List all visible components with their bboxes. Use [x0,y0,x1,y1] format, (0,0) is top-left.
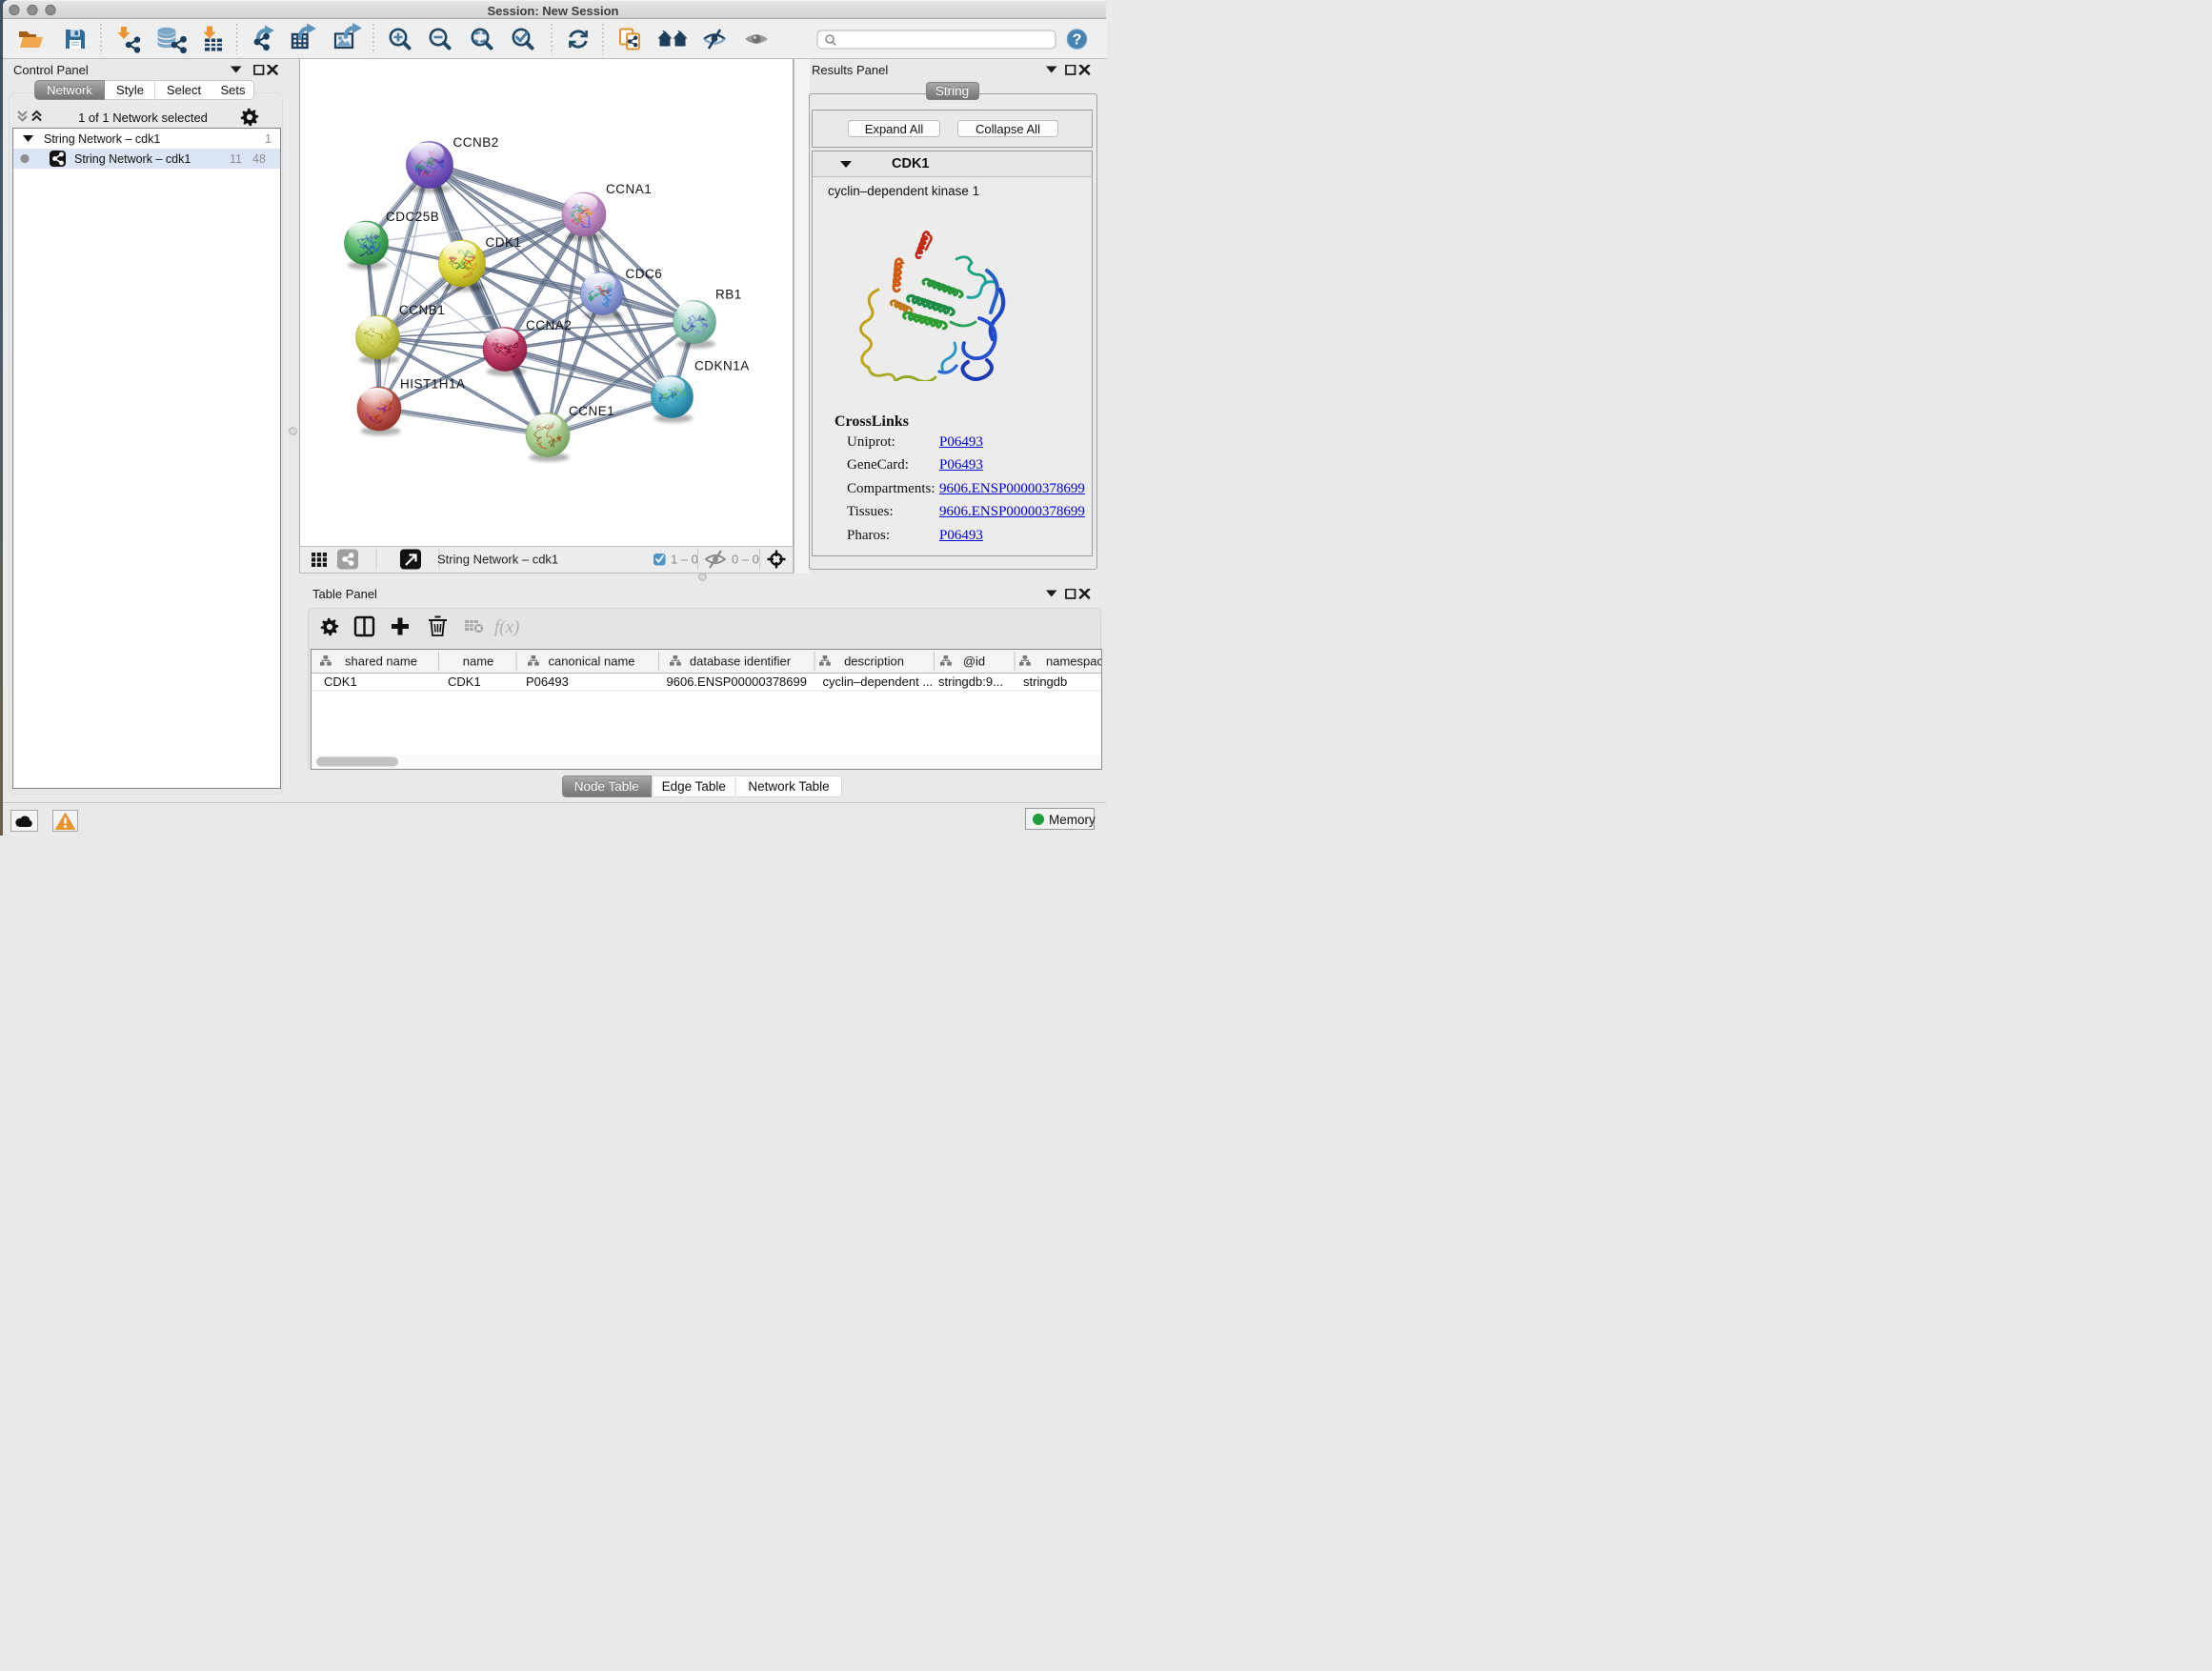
svg-text:String Network – cdk1: String Network – cdk1 [437,553,558,567]
svg-text:CCNB1: CCNB1 [399,303,445,317]
svg-text:CCNA2: CCNA2 [526,318,572,332]
svg-text:shared name: shared name [345,654,417,668]
svg-text:0 – 0: 0 – 0 [732,553,759,567]
svg-text:P06493: P06493 [526,674,569,689]
svg-text:canonical name: canonical name [548,654,634,668]
svg-text:CCNA1: CCNA1 [606,182,652,196]
svg-text:CDC25B: CDC25B [386,210,439,224]
svg-text:database identifier: database identifier [689,654,791,668]
svg-text:CDK1: CDK1 [324,674,357,689]
svg-text:?: ? [1073,32,1082,49]
svg-text:name: name [462,654,493,668]
svg-text:HIST1H1A: HIST1H1A [400,377,466,392]
svg-text:CDKN1A: CDKN1A [694,359,750,373]
svg-text:RB1: RB1 [715,288,742,302]
svg-text:cyclin–dependent ...: cyclin–dependent ... [822,674,933,689]
svg-text:1 – 0: 1 – 0 [671,553,698,567]
svg-text:9606.ENSP00000378699: 9606.ENSP00000378699 [666,674,806,689]
svg-text:CCNE1: CCNE1 [569,404,614,418]
svg-text:f(x): f(x) [494,617,519,637]
svg-text:stringdb: stringdb [1023,674,1067,689]
svg-text:namespac: namespac [1046,654,1101,668]
svg-text:CDC6: CDC6 [626,267,663,281]
svg-text:CCNB2: CCNB2 [453,135,499,150]
svg-text:CDK1: CDK1 [448,674,481,689]
svg-text:stringdb:9...: stringdb:9... [938,674,1003,689]
svg-text:@id: @id [962,654,984,668]
svg-text:description: description [844,654,904,668]
svg-text:CDK1: CDK1 [486,235,522,250]
